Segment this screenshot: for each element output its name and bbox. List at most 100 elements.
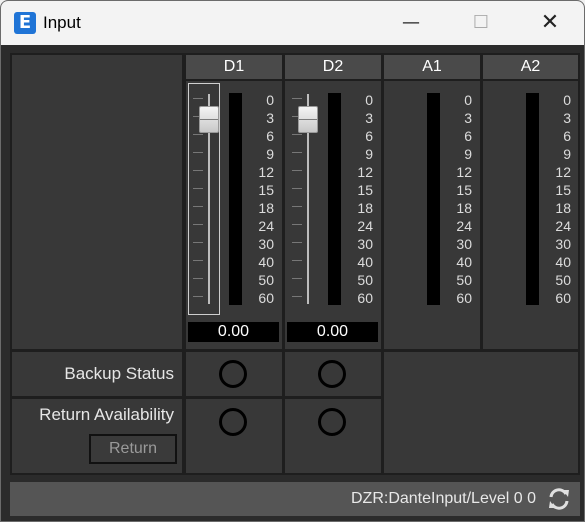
fader-d1[interactable]	[188, 83, 220, 315]
meter-scale-label: 3	[365, 110, 373, 126]
meter-scale-label: 50	[357, 272, 373, 288]
meter-scale-label: 60	[555, 290, 571, 306]
fader-tick	[193, 260, 203, 261]
fader-tick	[193, 134, 203, 135]
fader-tick	[292, 206, 302, 207]
meter-scale-label: 50	[258, 272, 274, 288]
fader-tick	[193, 170, 203, 171]
fader-tick	[292, 134, 302, 135]
meter-scale-label: 0	[365, 92, 373, 108]
meter-scale-label: 40	[357, 254, 373, 270]
fader-d2[interactable]	[287, 83, 319, 315]
fader-tick	[292, 260, 302, 261]
close-button[interactable]: ✕	[518, 1, 582, 45]
meter-scale-label: 9	[266, 146, 274, 162]
channel-strip-a1: 0 3 6 9 12 15 18 24 30 40 50 60	[384, 81, 480, 349]
status-text: DZR:DanteInput/Level 0 0	[351, 490, 536, 507]
fader-tick	[193, 152, 203, 153]
fader-knob-d1[interactable]	[199, 106, 219, 133]
fader-tick	[292, 278, 302, 279]
meter-scale-label: 6	[266, 128, 274, 144]
meter-scale-label: 0	[464, 92, 472, 108]
channel-strip-a2: 0 3 6 9 12 15 18 24 30 40 50 60	[483, 81, 578, 349]
fader-knob-d2[interactable]	[298, 106, 318, 133]
channel-header-a2: A2	[483, 55, 578, 79]
label-column-top	[12, 55, 182, 349]
level-meter-d2	[328, 93, 341, 305]
meter-scale-label: 18	[555, 200, 571, 216]
level-value-d2[interactable]: 0.00	[287, 322, 378, 342]
meter-scale-label: 6	[365, 128, 373, 144]
return-availability-label: Return Availability	[39, 405, 174, 424]
meter-scale-label: 24	[456, 218, 472, 234]
fader-tick	[193, 98, 203, 99]
meter-scale-label: 12	[555, 164, 571, 180]
app-logo-icon: E	[14, 12, 36, 34]
fader-tick	[193, 242, 203, 243]
channel-header-d2: D2	[285, 55, 381, 79]
return-availability-indicator-d2	[318, 408, 346, 436]
fader-tick	[292, 242, 302, 243]
analog-empty-area	[384, 352, 578, 473]
minimize-button[interactable]: —	[379, 1, 443, 45]
fader-tick	[193, 206, 203, 207]
meter-scale-label: 15	[357, 182, 373, 198]
meter-scale-label: 24	[555, 218, 571, 234]
meter-scale-label: 30	[258, 236, 274, 252]
meter-scale-label: 9	[464, 146, 472, 162]
channel-strip-d1: 0 3 6 9 12 15 18 24 30 40 50 60 0.00	[186, 81, 282, 349]
meter-scale-label: 3	[563, 110, 571, 126]
fader-tick	[292, 170, 302, 171]
meter-scale-label: 50	[555, 272, 571, 288]
backup-status-row-label-cell: Backup Status	[12, 352, 182, 396]
meter-scale-label: 0	[266, 92, 274, 108]
meter-scale-label: 24	[357, 218, 373, 234]
meter-scale-label: 3	[464, 110, 472, 126]
fader-tick	[292, 98, 302, 99]
meter-scale-label: 15	[456, 182, 472, 198]
backup-status-indicator-d2	[318, 360, 346, 388]
meter-scale-label: 24	[258, 218, 274, 234]
return-button[interactable]: Return	[89, 434, 177, 464]
return-availability-d1-cell	[186, 399, 282, 473]
channel-strip-d2: 0 3 6 9 12 15 18 24 30 40 50 60 0.00	[285, 81, 381, 349]
fader-tick	[292, 296, 302, 297]
meter-scale-label: 9	[365, 146, 373, 162]
meter-scale-label: 60	[456, 290, 472, 306]
meter-scale-label: 15	[555, 182, 571, 198]
meter-scale-label: 18	[456, 200, 472, 216]
fader-tick	[193, 188, 203, 189]
maximize-button[interactable]: ☐	[449, 1, 513, 45]
window-title: Input	[43, 13, 81, 32]
fader-tick	[292, 224, 302, 225]
meter-scale-label: 15	[258, 182, 274, 198]
level-meter-a2	[526, 93, 539, 305]
level-value-d1[interactable]: 0.00	[188, 322, 279, 342]
channel-header-d1: D1	[186, 55, 282, 79]
meter-scale-label: 12	[456, 164, 472, 180]
backup-status-label: Backup Status	[64, 364, 174, 383]
return-availability-d2-cell	[285, 399, 381, 473]
meter-scale-a1: 0 3 6 9 12 15 18 24 30 40 50 60	[446, 93, 472, 305]
meter-scale-d2: 0 3 6 9 12 15 18 24 30 40 50 60	[347, 93, 373, 305]
meter-scale-label: 9	[563, 146, 571, 162]
fader-tick	[193, 224, 203, 225]
meter-scale-label: 60	[258, 290, 274, 306]
backup-status-d2-cell	[285, 352, 381, 396]
return-availability-indicator-d1	[219, 408, 247, 436]
return-availability-row-label-cell: Return Availability Return	[12, 399, 182, 473]
level-meter-d1	[229, 93, 242, 305]
title-bar[interactable]: E Input — ☐ ✕	[1, 1, 584, 45]
backup-status-indicator-d1	[219, 360, 247, 388]
meter-scale-label: 30	[555, 236, 571, 252]
meter-scale-label: 50	[456, 272, 472, 288]
meter-scale-label: 30	[456, 236, 472, 252]
refresh-icon[interactable]	[546, 486, 572, 512]
meter-scale-a2: 0 3 6 9 12 15 18 24 30 40 50 60	[545, 93, 571, 305]
meter-scale-label: 12	[357, 164, 373, 180]
meter-scale-d1: 0 3 6 9 12 15 18 24 30 40 50 60	[248, 93, 274, 305]
meter-scale-label: 6	[563, 128, 571, 144]
fader-tick	[292, 188, 302, 189]
meter-scale-label: 6	[464, 128, 472, 144]
fader-tick	[193, 278, 203, 279]
